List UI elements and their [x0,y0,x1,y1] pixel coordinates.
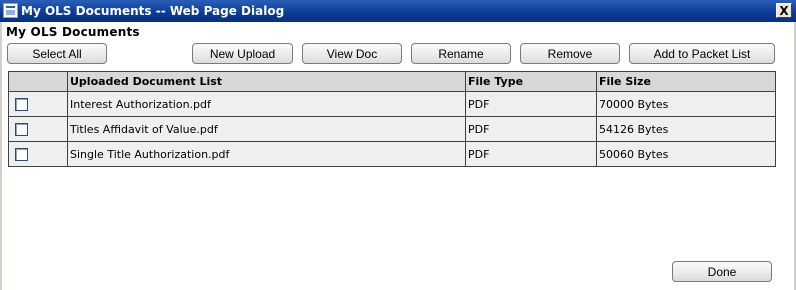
page-title: My OLS Documents [6,25,140,39]
row-checkbox[interactable] [15,97,28,111]
document-name: Interest Authorization.pdf [67,91,466,117]
document-list-column-header: Uploaded Document List [67,71,466,92]
document-name: Titles Affidavit of Value.pdf [67,116,466,142]
file-size: 54126 Bytes [596,116,776,142]
window-title: My OLS Documents -- Web Page Dialog [21,4,285,18]
app-icon [3,3,18,18]
rename-button[interactable]: Rename [411,43,511,64]
document-name: Single Title Authorization.pdf [67,141,466,167]
file-type: PDF [465,141,597,167]
done-button[interactable]: Done [672,261,772,282]
add-to-packet-list-button[interactable]: Add to Packet List [629,43,775,64]
document-table: Uploaded Document List File Type File Si… [8,71,776,167]
file-type: PDF [465,116,597,142]
checkbox-column-header [8,71,68,92]
file-size: 50060 Bytes [596,141,776,167]
row-checkbox[interactable] [15,122,28,136]
close-button[interactable]: X [776,3,792,18]
select-all-button[interactable]: Select All [7,43,107,64]
row-checkbox[interactable] [15,147,28,161]
file-size: 70000 Bytes [596,91,776,117]
file-size-column-header: File Size [596,71,776,92]
remove-button[interactable]: Remove [520,43,620,64]
table-row: Single Title Authorization.pdf PDF 50060… [8,141,776,167]
table-row: Interest Authorization.pdf PDF 70000 Byt… [8,91,776,117]
table-header-row: Uploaded Document List File Type File Si… [8,71,776,92]
file-type: PDF [465,91,597,117]
new-upload-button[interactable]: New Upload [192,43,293,64]
view-doc-button[interactable]: View Doc [302,43,402,64]
table-row: Titles Affidavit of Value.pdf PDF 54126 … [8,116,776,142]
title-bar: My OLS Documents -- Web Page Dialog X [0,0,796,22]
dialog-border-left [0,22,2,290]
file-type-column-header: File Type [465,71,597,92]
